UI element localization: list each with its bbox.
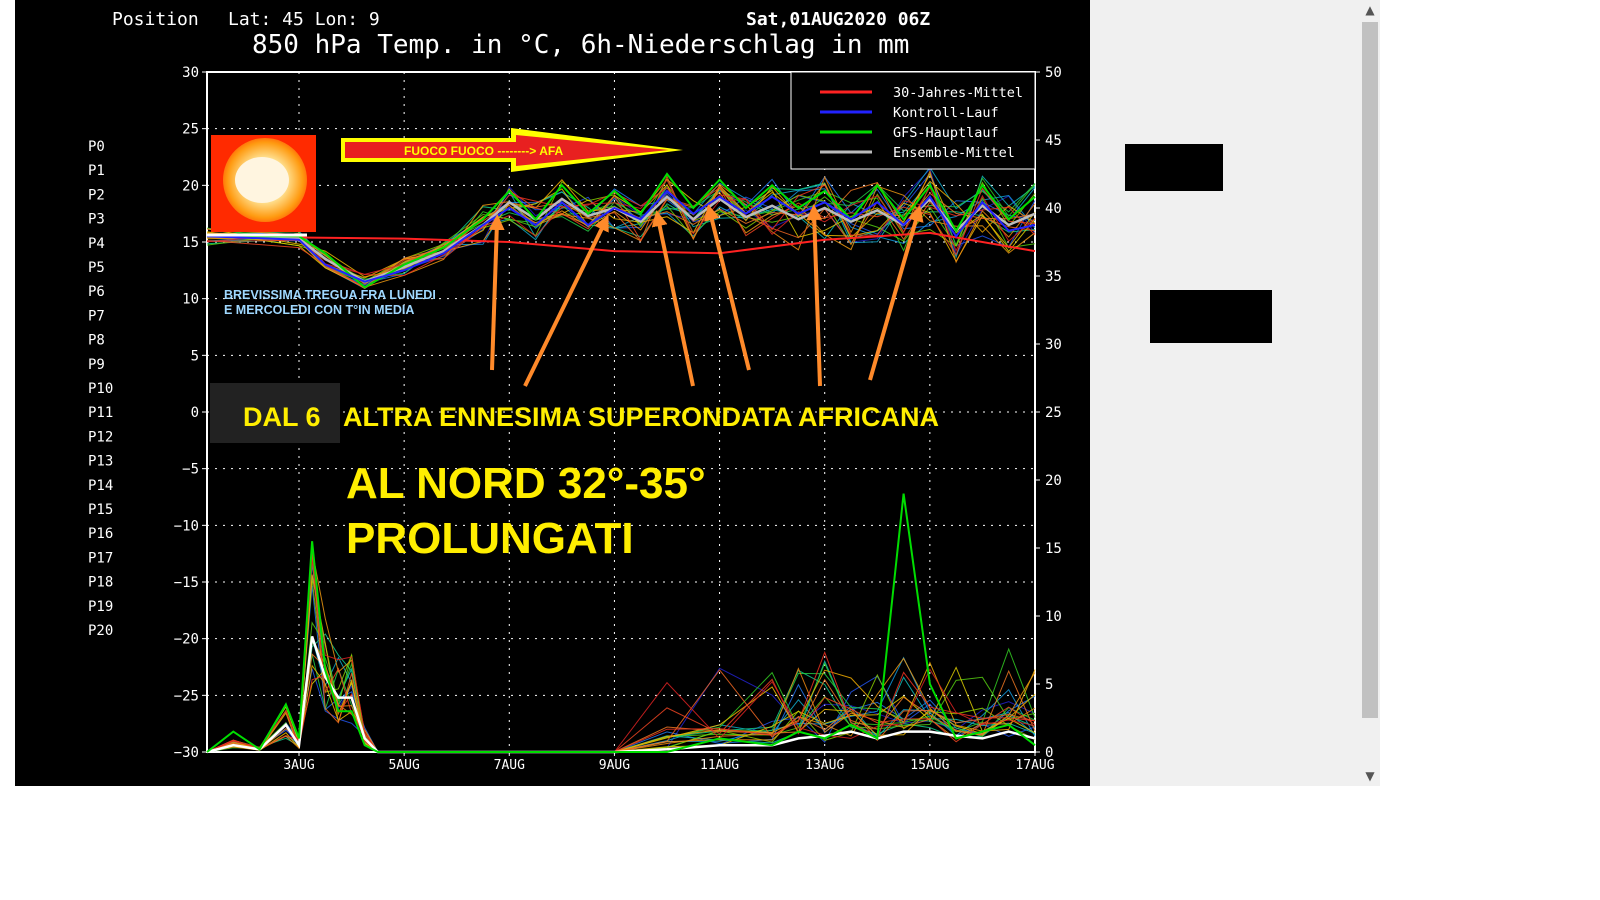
x-tick-label: 15AUG — [910, 758, 949, 773]
nord-line2: PROLUNGATI — [346, 514, 634, 563]
left-tick-label: −15 — [174, 575, 199, 591]
member-label: P19 — [88, 599, 113, 615]
scroll-down-icon[interactable]: ▼ — [1360, 766, 1380, 786]
left-tick-label: 30 — [182, 65, 199, 81]
member-label: P11 — [88, 405, 113, 421]
series-line — [206, 636, 1036, 754]
member-label: P3 — [88, 212, 105, 228]
screen: ▲ ▼ Position Lat: 45 Lon: 9 Sat,01AUG202… — [0, 0, 1600, 900]
legend-label: Kontroll-Lauf — [893, 105, 999, 121]
x-tick-label: 5AUG — [388, 758, 419, 773]
position-label: Position — [112, 9, 199, 30]
member-label: P20 — [88, 623, 113, 639]
member-precip-line — [206, 641, 1036, 753]
left-tick-label: 15 — [182, 235, 199, 251]
arrow-1 — [488, 214, 505, 371]
x-tick-label: 17AUG — [1015, 758, 1054, 773]
right-tick-label: 30 — [1045, 337, 1062, 353]
member-label: P2 — [88, 187, 105, 203]
x-tick-label: 13AUG — [805, 758, 844, 773]
chart-title: 850 hPa Temp. in °C, 6h-Niederschlag in … — [252, 30, 909, 60]
x-tick-label: 7AUG — [494, 758, 525, 773]
legend-label: GFS-Hauptlauf — [893, 125, 999, 141]
member-label: P12 — [88, 429, 113, 445]
member-label: P13 — [88, 454, 113, 470]
member-label: P15 — [88, 502, 113, 518]
left-tick-label: −20 — [174, 632, 199, 648]
member-label: P18 — [88, 575, 113, 591]
x-tick-label: 3AUG — [283, 758, 314, 773]
left-tick-label: 0 — [191, 405, 199, 421]
right-tick-label: 45 — [1045, 133, 1062, 149]
member-precip-line — [206, 638, 1036, 753]
right-tick-label: 15 — [1045, 541, 1062, 557]
member-label: P10 — [88, 381, 113, 397]
member-label: P9 — [88, 357, 105, 373]
superondata-text: ALTRA ENNESIMA SUPERONDATA AFRICANA — [343, 402, 939, 432]
left-tick-label: 25 — [182, 122, 199, 138]
fuoco-banner: FUOCO FUOCO --------> AFA — [341, 128, 683, 172]
scroll-up-icon[interactable]: ▲ — [1360, 0, 1380, 20]
banner-text: FUOCO FUOCO --------> AFA — [404, 144, 564, 158]
right-tick-label: 10 — [1045, 609, 1062, 625]
right-tick-label: 25 — [1045, 405, 1062, 421]
left-tick-label: −30 — [174, 745, 199, 761]
scroll-thumb[interactable] — [1362, 22, 1378, 718]
left-axis: 30 25 20 15 10 5 0 −5 −10 −15 −20 −25 −30 — [174, 65, 207, 761]
member-precip-line — [206, 636, 1036, 753]
left-tick-label: 5 — [191, 348, 199, 364]
chart-svg: Position Lat: 45 Lon: 9 Sat,01AUG2020 06… — [88, 9, 1062, 773]
member-label: P0 — [88, 139, 105, 155]
legend-label: 30-Jahres-Mittel — [893, 85, 1023, 101]
member-labels: P0 P1 P2 P3 P4 P5 P6 P7 P8 P9 P10 P11 P12 P13 P14 P15 P1… — [88, 139, 113, 639]
right-tick-label: 50 — [1045, 65, 1062, 81]
arrow-5 — [806, 204, 823, 387]
x-axis: 3AUG 5AUG 7AUG 9AUG 11AUG 13AUG 15AUG 17AUG — [283, 752, 1055, 773]
run-label: Sat,01AUG2020 06Z — [746, 9, 930, 30]
sun-image — [211, 135, 316, 232]
member-precip-line — [206, 550, 1036, 753]
right-tick-label: 20 — [1045, 473, 1062, 489]
left-tick-label: 20 — [182, 178, 199, 194]
nord-line1: AL NORD 32°-35° — [346, 459, 706, 508]
left-tick-label: −5 — [182, 462, 199, 478]
right-axis: 50454035302520151050 — [1035, 65, 1062, 761]
left-tick-label: −10 — [174, 518, 199, 534]
right-tick-label: 5 — [1045, 677, 1053, 693]
dal6-text: DAL 6 — [243, 402, 321, 432]
tregua-line1: BREVISSIMA TREGUA FRA LUNEDI — [224, 288, 436, 302]
latlon-label: Lat: 45 Lon: 9 — [228, 9, 380, 30]
legend-label: Ensemble-Mittel — [893, 145, 1015, 161]
member-label: P7 — [88, 308, 105, 324]
member-label: P16 — [88, 526, 113, 542]
vertical-scrollbar[interactable]: ▲ ▼ — [1360, 0, 1380, 786]
member-precip-line — [206, 585, 1036, 753]
right-tick-label: 40 — [1045, 201, 1062, 217]
left-tick-label: 10 — [182, 292, 199, 308]
member-label: P5 — [88, 260, 105, 276]
member-precip-line — [206, 578, 1036, 753]
member-precip-line — [206, 559, 1036, 753]
arrow-3 — [651, 210, 695, 387]
right-tick-label: 35 — [1045, 269, 1062, 285]
member-label: P8 — [88, 333, 105, 349]
x-tick-label: 9AUG — [599, 758, 630, 773]
member-label: P1 — [88, 163, 105, 179]
arrow-4 — [704, 204, 751, 371]
tregua-line2: E MERCOLEDI CON T°IN MEDIA — [224, 303, 414, 317]
member-label: P6 — [88, 284, 105, 300]
member-label: P4 — [88, 236, 105, 252]
member-label: P14 — [88, 478, 113, 494]
left-tick-label: −25 — [174, 688, 199, 704]
x-tick-label: 11AUG — [700, 758, 739, 773]
member-label: P17 — [88, 550, 113, 566]
